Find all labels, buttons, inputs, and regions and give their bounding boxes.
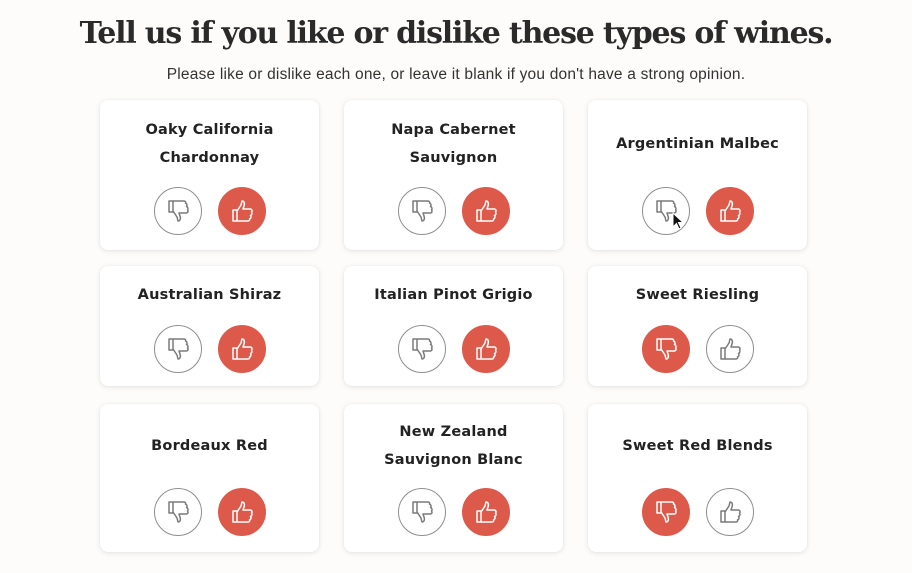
wine-name-line: Chardonnay bbox=[159, 150, 260, 166]
wine-name: Oaky California Chardonnay bbox=[110, 116, 309, 172]
thumbs-down-icon bbox=[655, 200, 677, 222]
wine-card: New Zealand Sauvignon Blanc bbox=[344, 404, 563, 552]
rating-buttons bbox=[100, 187, 319, 235]
wine-name-line: Sweet Red Blends bbox=[622, 438, 773, 454]
wine-name-line: Bordeaux Red bbox=[151, 438, 268, 454]
like-button[interactable] bbox=[461, 488, 510, 536]
wine-name-line: New Zealand bbox=[399, 424, 508, 440]
dislike-button[interactable] bbox=[397, 187, 446, 235]
wine-name-line: Napa Cabernet bbox=[391, 122, 516, 138]
wine-name: Bordeaux Red bbox=[110, 432, 309, 460]
thumbs-down-icon bbox=[411, 501, 433, 523]
like-button[interactable] bbox=[217, 325, 266, 373]
like-button[interactable] bbox=[461, 187, 510, 235]
thumbs-up-icon bbox=[719, 501, 741, 523]
wine-card: Sweet Red Blends bbox=[588, 404, 807, 552]
like-button[interactable] bbox=[705, 488, 754, 536]
dislike-button[interactable] bbox=[641, 325, 690, 373]
wine-card: Argentinian Malbec bbox=[588, 100, 807, 250]
wine-card: Bordeaux Red bbox=[100, 404, 319, 552]
dislike-button[interactable] bbox=[397, 325, 446, 373]
like-button[interactable] bbox=[705, 325, 754, 373]
wine-name-line: Sauvignon bbox=[409, 150, 498, 166]
wine-name-line: Oaky California bbox=[145, 122, 274, 138]
rating-buttons bbox=[344, 488, 563, 536]
rating-buttons bbox=[100, 325, 319, 373]
thumbs-down-icon bbox=[167, 200, 189, 222]
thumbs-down-icon bbox=[655, 338, 677, 360]
like-button[interactable] bbox=[217, 187, 266, 235]
wine-name: Sweet Red Blends bbox=[598, 432, 797, 460]
dislike-button[interactable] bbox=[397, 488, 446, 536]
rating-buttons bbox=[588, 325, 807, 373]
dislike-button[interactable] bbox=[153, 187, 202, 235]
wine-name: Italian Pinot Grigio bbox=[354, 281, 553, 309]
rating-buttons bbox=[588, 488, 807, 536]
dislike-button[interactable] bbox=[641, 488, 690, 536]
dislike-button[interactable] bbox=[153, 325, 202, 373]
thumbs-up-icon bbox=[719, 338, 741, 360]
rating-buttons bbox=[344, 187, 563, 235]
thumbs-down-icon bbox=[655, 501, 677, 523]
like-button[interactable] bbox=[461, 325, 510, 373]
thumbs-down-icon bbox=[167, 501, 189, 523]
dislike-button[interactable] bbox=[641, 187, 690, 235]
wine-card: Napa Cabernet Sauvignon bbox=[344, 100, 563, 250]
wine-name-line: Australian Shiraz bbox=[137, 287, 282, 303]
thumbs-up-icon bbox=[231, 338, 253, 360]
wine-card: Sweet Riesling bbox=[588, 266, 807, 386]
wine-name-line: Sweet Riesling bbox=[635, 287, 760, 303]
rating-buttons bbox=[588, 187, 807, 235]
rating-buttons bbox=[100, 488, 319, 536]
thumbs-down-icon bbox=[167, 338, 189, 360]
like-button[interactable] bbox=[217, 488, 266, 536]
wine-name: Australian Shiraz bbox=[110, 281, 309, 309]
rating-buttons bbox=[344, 325, 563, 373]
wine-name: Argentinian Malbec bbox=[598, 130, 797, 158]
wine-name-line: Italian Pinot Grigio bbox=[374, 287, 533, 303]
wine-name: Sweet Riesling bbox=[598, 281, 797, 309]
dislike-button[interactable] bbox=[153, 488, 202, 536]
wine-card: Oaky California Chardonnay bbox=[100, 100, 319, 250]
thumbs-up-icon bbox=[231, 200, 253, 222]
thumbs-up-icon bbox=[475, 338, 497, 360]
wine-card: Australian Shiraz bbox=[100, 266, 319, 386]
wine-card: Italian Pinot Grigio bbox=[344, 266, 563, 386]
wine-name: Napa Cabernet Sauvignon bbox=[354, 116, 553, 172]
thumbs-up-icon bbox=[475, 200, 497, 222]
thumbs-down-icon bbox=[411, 200, 433, 222]
like-button[interactable] bbox=[705, 187, 754, 235]
wine-name-line: Sauvignon Blanc bbox=[384, 452, 523, 468]
wine-name-line: Argentinian Malbec bbox=[616, 136, 779, 152]
thumbs-down-icon bbox=[411, 338, 433, 360]
thumbs-up-icon bbox=[231, 501, 253, 523]
thumbs-up-icon bbox=[719, 200, 741, 222]
wine-grid: Oaky California Chardonnay Napa Cabernet Sa… bbox=[0, 0, 912, 573]
wine-name: New Zealand Sauvignon Blanc bbox=[354, 418, 553, 474]
thumbs-up-icon bbox=[475, 501, 497, 523]
